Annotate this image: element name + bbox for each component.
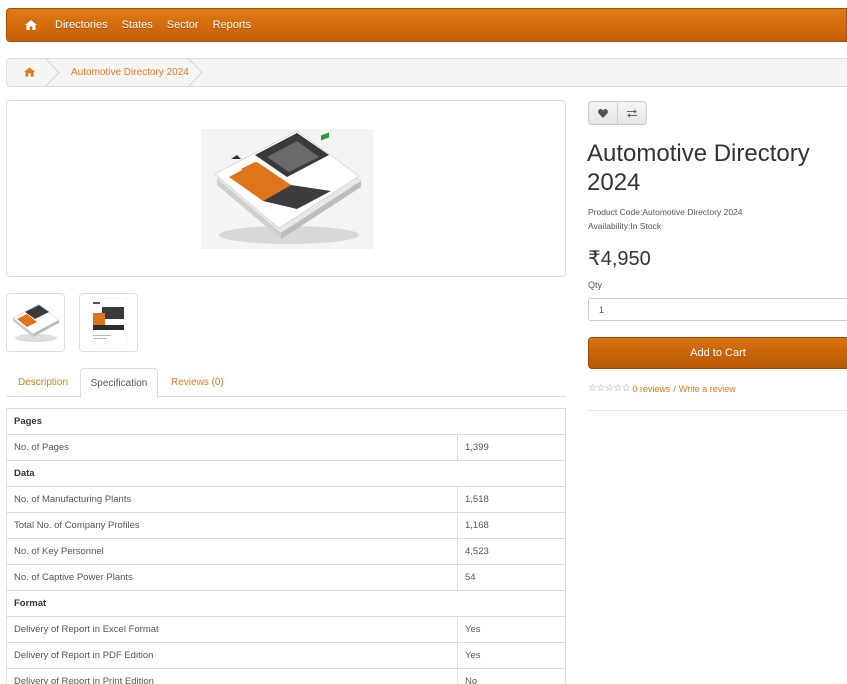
availability-value: In Stock <box>630 221 662 231</box>
home-icon <box>25 20 37 30</box>
product-tabs: Description Specification Reviews (0) <box>6 368 566 398</box>
star-empty-icon: ☆ <box>596 383 605 394</box>
product-main-image[interactable] <box>6 100 566 277</box>
product-thumbnail[interactable] <box>79 293 138 352</box>
spec-group-name: Data <box>6 460 566 487</box>
product-availability: Availability:In Stock <box>588 221 661 231</box>
spec-value: Yes <box>457 616 566 643</box>
wishlist-button[interactable] <box>589 102 617 124</box>
product-rating: ☆☆☆☆☆ 0 reviews / Write a review <box>588 383 736 394</box>
star-empty-icon: ☆ <box>621 383 631 394</box>
spec-row: No. of Captive Power Plants 54 <box>6 564 566 591</box>
rating-separator: / <box>673 383 676 394</box>
reviews-count-link[interactable]: 0 reviews <box>632 384 670 394</box>
nav-sector[interactable]: Sector <box>167 19 199 31</box>
specification-table: Pages No. of Pages 1,399 Data No. of Manu… <box>6 408 566 684</box>
spec-row: No. of Manufacturing Plants 1,518 <box>6 486 566 513</box>
qty-label: Qty <box>588 280 603 290</box>
breadcrumb-separator <box>45 58 60 87</box>
spec-row: Delivery of Report in Excel Format Yes <box>6 616 566 643</box>
spec-value: 1,168 <box>457 512 566 539</box>
product-title: Automotive Directory 2024 <box>587 140 810 196</box>
nav-states[interactable]: States <box>122 19 153 31</box>
breadcrumb: Automotive Directory 2024 <box>6 58 847 87</box>
spec-row: Delivery of Report in PDF Edition Yes <box>6 642 566 669</box>
spec-label: Delivery of Report in PDF Edition <box>6 642 458 669</box>
spec-label: Total No. of Company Profiles <box>6 512 458 539</box>
write-review-link[interactable]: Write a review <box>679 384 736 394</box>
nav-directories[interactable]: Directories <box>55 19 108 31</box>
product-code: Product Code:Automotive Directory 2024 <box>588 207 743 217</box>
breadcrumb-home-link[interactable] <box>24 66 35 80</box>
exchange-icon <box>627 108 638 118</box>
spec-label: Delivery of Report in Excel Format <box>6 616 458 643</box>
spec-row: Total No. of Company Profiles 1,168 <box>6 512 566 539</box>
spec-value: 1,518 <box>457 486 566 513</box>
spec-label: Delivery of Report in Print Edition <box>6 668 458 684</box>
tab-reviews[interactable]: Reviews (0) <box>171 368 224 397</box>
heart-icon <box>598 108 609 118</box>
spec-row: No. of Pages 1,399 <box>6 434 566 461</box>
product-thumbnail[interactable] <box>6 293 65 352</box>
product-book-image <box>201 129 373 249</box>
spec-group-row: Format <box>6 590 566 617</box>
divider <box>588 410 847 411</box>
product-code-value: Automotive Directory 2024 <box>642 207 743 217</box>
spec-row: Delivery of Report in Print Edition No <box>6 668 566 684</box>
spec-label: No. of Manufacturing Plants <box>6 486 458 513</box>
spec-value: 54 <box>457 564 566 591</box>
product-code-label: Product Code: <box>588 207 643 217</box>
product-cover-thumbnail <box>89 297 128 348</box>
spec-group-name: Pages <box>6 408 566 435</box>
spec-label: No. of Key Personnel <box>6 538 458 565</box>
spec-row: No. of Key Personnel 4,523 <box>6 538 566 565</box>
home-icon <box>24 67 35 77</box>
nav-reports[interactable]: Reports <box>213 19 252 31</box>
spec-value: Yes <box>457 642 566 669</box>
spec-label: No. of Captive Power Plants <box>6 564 458 591</box>
compare-button[interactable] <box>617 102 646 124</box>
tab-description[interactable]: Description <box>18 368 68 397</box>
breadcrumb-item-product[interactable]: Automotive Directory 2024 <box>71 67 189 78</box>
spec-value: No <box>457 668 566 684</box>
availability-label: Availability: <box>588 221 631 231</box>
spec-value: 4,523 <box>457 538 566 565</box>
spec-label: No. of Pages <box>6 434 458 461</box>
nav-home-link[interactable] <box>25 20 37 30</box>
breadcrumb-separator <box>188 58 203 87</box>
product-book-thumbnail <box>12 303 60 342</box>
tab-specification[interactable]: Specification <box>80 368 158 398</box>
product-price: ₹4,950 <box>588 248 651 270</box>
rating-stars: ☆☆☆☆☆ <box>588 383 631 394</box>
spec-group-name: Format <box>6 590 566 617</box>
spec-group-row: Pages <box>6 408 566 435</box>
spec-value: 1,399 <box>457 434 566 461</box>
product-action-buttons <box>588 101 647 125</box>
spec-group-row: Data <box>6 460 566 487</box>
add-to-cart-button[interactable]: Add to Cart <box>588 337 847 369</box>
qty-input[interactable] <box>588 298 847 321</box>
star-empty-icon: ☆ <box>613 383 622 394</box>
main-navbar: Directories States Sector Reports <box>6 8 847 42</box>
